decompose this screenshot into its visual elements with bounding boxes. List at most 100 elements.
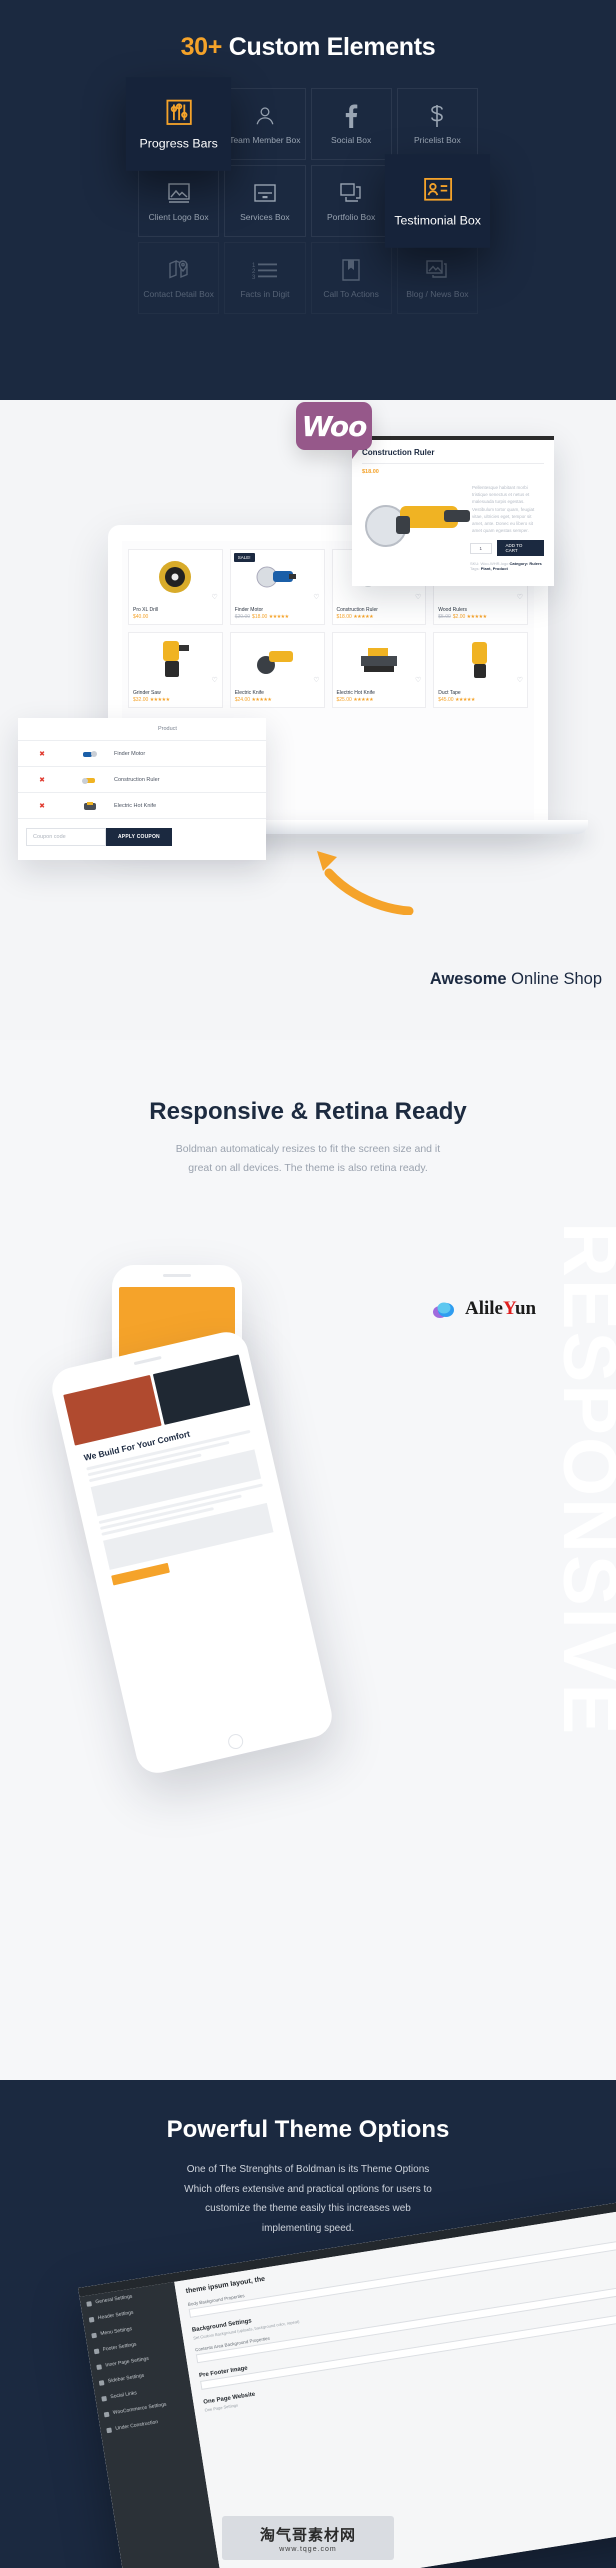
product-title: Electric Knife — [234, 690, 264, 696]
element-tile-services-box[interactable]: Services Box — [224, 165, 306, 237]
product-card[interactable]: ♡ Electric Hot Knife $25.00 ★★★★★ — [331, 632, 427, 708]
remove-item-icon[interactable]: ✖ — [18, 802, 66, 810]
add-to-cart-button[interactable]: ADD TO CART — [496, 540, 544, 556]
theme-options-dashboard: General Settings Header Settings Menu Se… — [78, 2200, 616, 2568]
wishlist-icon[interactable]: ♡ — [211, 593, 217, 601]
element-tile-social-box[interactable]: Social Box — [310, 88, 392, 160]
element-tile-label: Portfolio Box — [327, 211, 376, 222]
theme-subtitle-line2: Which offers extensive and practical opt… — [184, 2183, 432, 2195]
card-icon — [253, 179, 277, 207]
image-icon — [167, 179, 191, 207]
svg-text:3: 3 — [252, 275, 256, 279]
divider — [362, 463, 544, 464]
numbered-list-icon: 1 2 3 — [252, 256, 278, 284]
remove-item-icon[interactable]: ✖ — [18, 750, 66, 758]
cart-coupon-row: Coupon code APPLY COUPON — [18, 819, 266, 855]
product-card[interactable]: ♡ Pro XL Drill $40.00 — [128, 549, 223, 625]
wishlist-icon[interactable]: ♡ — [517, 593, 523, 601]
remove-item-icon[interactable]: ✖ — [18, 776, 66, 784]
element-tile-testimonial-box[interactable]: Testimonial Box — [384, 154, 491, 248]
cart-item-thumb — [66, 748, 114, 760]
coupon-input[interactable]: Coupon code — [26, 828, 106, 846]
cart-item-name: Electric Hot Knife — [114, 802, 157, 809]
bullet-icon — [103, 2411, 110, 2417]
bullet-icon — [96, 2363, 102, 2370]
title-accent: 30+ — [180, 33, 223, 61]
woo-logo-text: Woo — [301, 409, 368, 443]
element-tile-label: Blog / News Box — [406, 288, 469, 299]
custom-elements-section: 30+ Custom Elements Progress Bars Team M… — [0, 0, 616, 400]
wishlist-icon[interactable]: ♡ — [313, 676, 319, 684]
phone-screen: We Build For Your Comfort — [59, 1350, 324, 1751]
rating-stars: ★★★★★ — [353, 614, 374, 620]
detail-meta: SKU: Woo-WHR-logo Category: Rulers Tags:… — [470, 561, 542, 571]
element-tile-facts-in-digit[interactable]: 1 2 3 Facts in Digit — [224, 242, 305, 314]
user-icon — [254, 102, 276, 130]
element-tile-contact-detail-box[interactable]: Contact Detail Box — [138, 242, 219, 314]
detail-product-description: Pellentesque habitant morbi tristique se… — [472, 485, 535, 534]
product-detail-card: Construction Ruler $18.00 Pellentesque h… — [352, 436, 554, 586]
element-tile-portfolio-box[interactable]: Portfolio Box — [310, 165, 392, 237]
product-title: Finder Motor — [234, 607, 264, 613]
element-tile-label: Pricelist Box — [413, 134, 461, 145]
element-tile-pricelist-box[interactable]: Pricelist Box — [396, 88, 478, 160]
element-tile-call-to-actions[interactable]: Call To Actions — [311, 242, 392, 314]
rating-stars: ★★★★★ — [149, 697, 170, 703]
sale-badge: SALE! — [233, 553, 255, 562]
shop-caption-rest: Online Shop — [506, 970, 602, 988]
cart-column-header: Product — [18, 718, 266, 741]
bullet-icon — [98, 2379, 105, 2386]
wishlist-icon[interactable]: ♡ — [211, 676, 217, 684]
product-image: ♡ — [129, 633, 222, 687]
rating-stars: ★★★★★ — [268, 614, 289, 620]
page-root: 30+ Custom Elements Progress Bars Team M… — [0, 0, 616, 2568]
cart-row: ✖ Construction Ruler — [18, 767, 266, 793]
product-card[interactable]: ♡ Grinder Saw $32.00 ★★★★★ — [128, 632, 223, 708]
element-tile-label: Client Logo Box — [148, 211, 209, 222]
watermark-chinese: 淘气哥素材网 — [259, 2526, 356, 2544]
pointer-arrow-icon — [317, 851, 414, 915]
bullet-icon — [106, 2427, 112, 2433]
theme-subtitle-line3: customize the theme easily this increase… — [205, 2203, 411, 2214]
elements-grid-wrapper: Progress Bars Team Member Box Social Box… — [125, 77, 491, 314]
element-tile-team-member-box[interactable]: Team Member Box — [224, 88, 306, 160]
element-tile-label: Social Box — [331, 134, 372, 145]
title-rest: Custom Elements — [222, 33, 436, 61]
element-tile-progress-bars[interactable]: Progress Bars — [125, 77, 232, 171]
cart-item-thumb — [66, 774, 114, 786]
dollar-icon — [429, 102, 445, 130]
product-image: ♡ — [129, 550, 222, 604]
alileyun-wordmark: AlileYun — [465, 1298, 537, 1319]
photo-stack-icon — [425, 256, 449, 284]
product-title: Electric Hot Knife — [336, 690, 375, 696]
element-tile-blog-news-box[interactable]: Blog / News Box — [397, 242, 478, 314]
product-price: $25.00 ★★★★★ — [336, 697, 374, 703]
bullet-icon — [86, 2300, 92, 2307]
bullet-icon — [91, 2332, 97, 2338]
product-card[interactable]: SALE! ♡ Finder Motor $20.00 $18.00 ★★★★★ — [229, 549, 325, 625]
responsive-subtitle-line1: Boldman automaticaly resizes to fit the … — [175, 1143, 441, 1155]
cart-row: ✖ Electric Hot Knife — [18, 793, 266, 819]
wishlist-icon[interactable]: ♡ — [517, 676, 523, 684]
wishlist-icon[interactable]: ♡ — [313, 593, 319, 601]
element-tile-client-logo-box[interactable]: Client Logo Box — [138, 165, 220, 237]
element-tile-label: Services Box — [240, 211, 290, 222]
element-tile-label: Call To Actions — [323, 288, 379, 299]
map-pin-icon — [167, 256, 191, 284]
cart-item-thumb — [66, 800, 114, 812]
wishlist-icon[interactable]: ♡ — [415, 676, 421, 684]
watermark-url: www.tqge.com — [279, 2545, 337, 2553]
sliders-icon — [163, 94, 194, 130]
responsive-section: RESPONSIVE Responsive & Retina Ready Bol… — [0, 1040, 616, 2080]
product-card[interactable]: ♡ Duct Tape $45.00 ★★★★★ — [433, 632, 528, 708]
shop-caption-bold: Awesome — [429, 970, 507, 988]
phone-speaker — [163, 1274, 191, 1277]
wishlist-icon[interactable]: ♡ — [415, 593, 421, 601]
product-title: Duct Tape — [438, 690, 461, 696]
apply-coupon-button[interactable]: APPLY COUPON — [106, 828, 172, 846]
element-tile-label: Facts in Digit — [240, 288, 290, 299]
element-tile-label: Progress Bars — [139, 137, 218, 152]
theme-options-section: Powerful Theme Options One of The Streng… — [0, 2080, 616, 2568]
quantity-stepper[interactable]: 1 — [470, 542, 492, 554]
product-card[interactable]: ♡ Electric Knife $24.00 ★★★★★ — [229, 632, 325, 708]
